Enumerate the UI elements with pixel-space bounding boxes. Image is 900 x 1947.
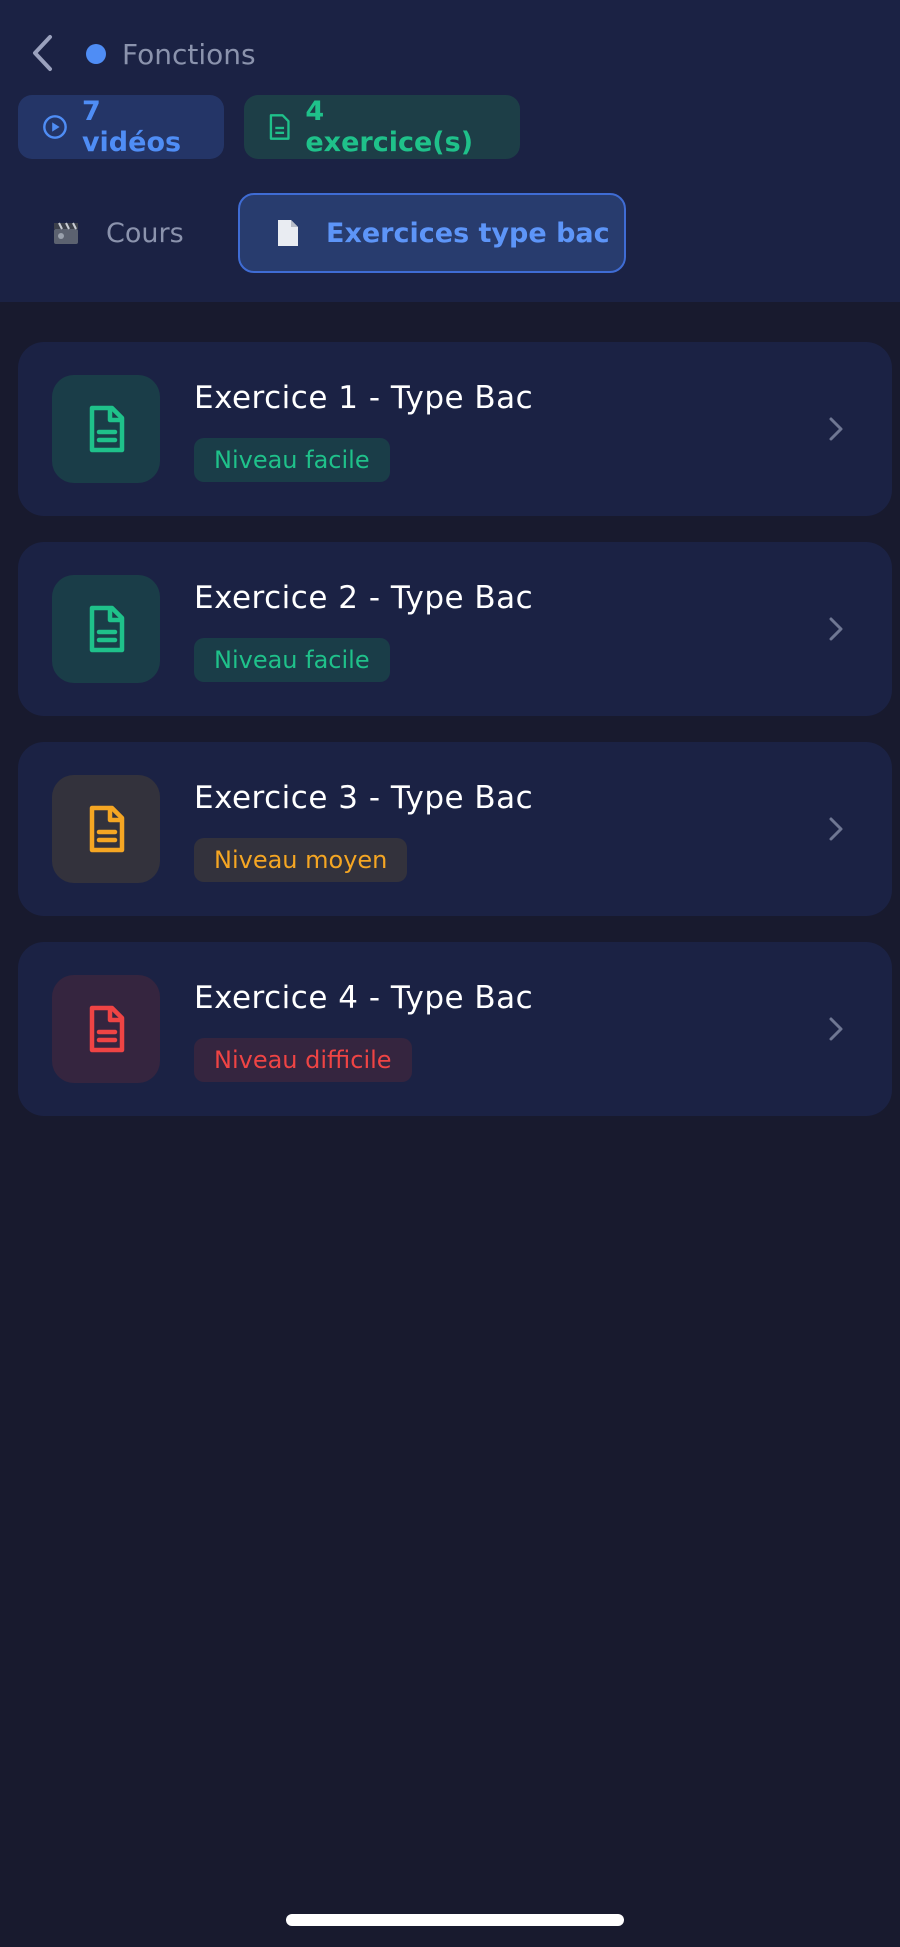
chevron-right-icon xyxy=(824,411,848,447)
exercise-title: Exercice 3 - Type Bac xyxy=(194,780,534,816)
document-icon xyxy=(89,1005,125,1053)
document-icon xyxy=(269,114,290,140)
document-icon xyxy=(89,605,125,653)
tab-cours[interactable]: Cours xyxy=(30,193,220,273)
document-icon xyxy=(276,219,300,247)
topic-dot xyxy=(86,44,106,64)
topic-header: Fonctions xyxy=(86,32,256,76)
difficulty-badge: Niveau facile xyxy=(194,438,390,482)
exercise-card[interactable]: Exercice 4 - Type Bac Niveau difficile xyxy=(18,942,892,1116)
document-icon xyxy=(89,805,125,853)
exercise-title: Exercice 4 - Type Bac xyxy=(194,980,534,1016)
exercises-count-label: 4 exercice(s) xyxy=(305,96,474,158)
exercise-icon-box xyxy=(52,975,160,1083)
chevron-right-icon xyxy=(824,1011,848,1047)
tab-exercices-label: Exercices type bac xyxy=(326,217,610,249)
chevron-left-icon xyxy=(33,35,52,71)
tab-exercices-type-bac[interactable]: Exercices type bac xyxy=(238,193,626,273)
difficulty-badge: Niveau moyen xyxy=(194,838,408,882)
exercises-count-badge: 4 exercice(s) xyxy=(244,95,520,159)
chevron-right-icon xyxy=(824,611,848,647)
play-circle-icon xyxy=(43,115,67,139)
chevron-right-icon xyxy=(824,811,848,847)
exercise-icon-box xyxy=(52,375,160,483)
videos-count-badge: 7 vidéos xyxy=(18,95,224,159)
topic-title: Fonctions xyxy=(122,37,256,71)
back-button[interactable] xyxy=(24,30,60,76)
difficulty-badge: Niveau facile xyxy=(194,638,390,682)
exercise-icon-box xyxy=(52,775,160,883)
exercise-list: Exercice 1 - Type Bac Niveau facile Exer… xyxy=(18,342,892,1142)
header: Fonctions 7 vidéos 4 exercice(s) Cours E… xyxy=(0,0,900,302)
tab-cours-label: Cours xyxy=(106,217,184,249)
exercise-title: Exercice 1 - Type Bac xyxy=(194,380,534,416)
videos-count-label: 7 vidéos xyxy=(81,96,182,158)
exercise-title: Exercice 2 - Type Bac xyxy=(194,580,534,616)
home-indicator[interactable] xyxy=(286,1914,624,1926)
exercise-card[interactable]: Exercice 2 - Type Bac Niveau facile xyxy=(18,542,892,716)
exercise-card[interactable]: Exercice 3 - Type Bac Niveau moyen xyxy=(18,742,892,916)
difficulty-badge: Niveau difficile xyxy=(194,1038,412,1082)
exercise-icon-box xyxy=(52,575,160,683)
clapper-icon xyxy=(52,220,80,246)
document-icon xyxy=(89,405,125,453)
exercise-card[interactable]: Exercice 1 - Type Bac Niveau facile xyxy=(18,342,892,516)
